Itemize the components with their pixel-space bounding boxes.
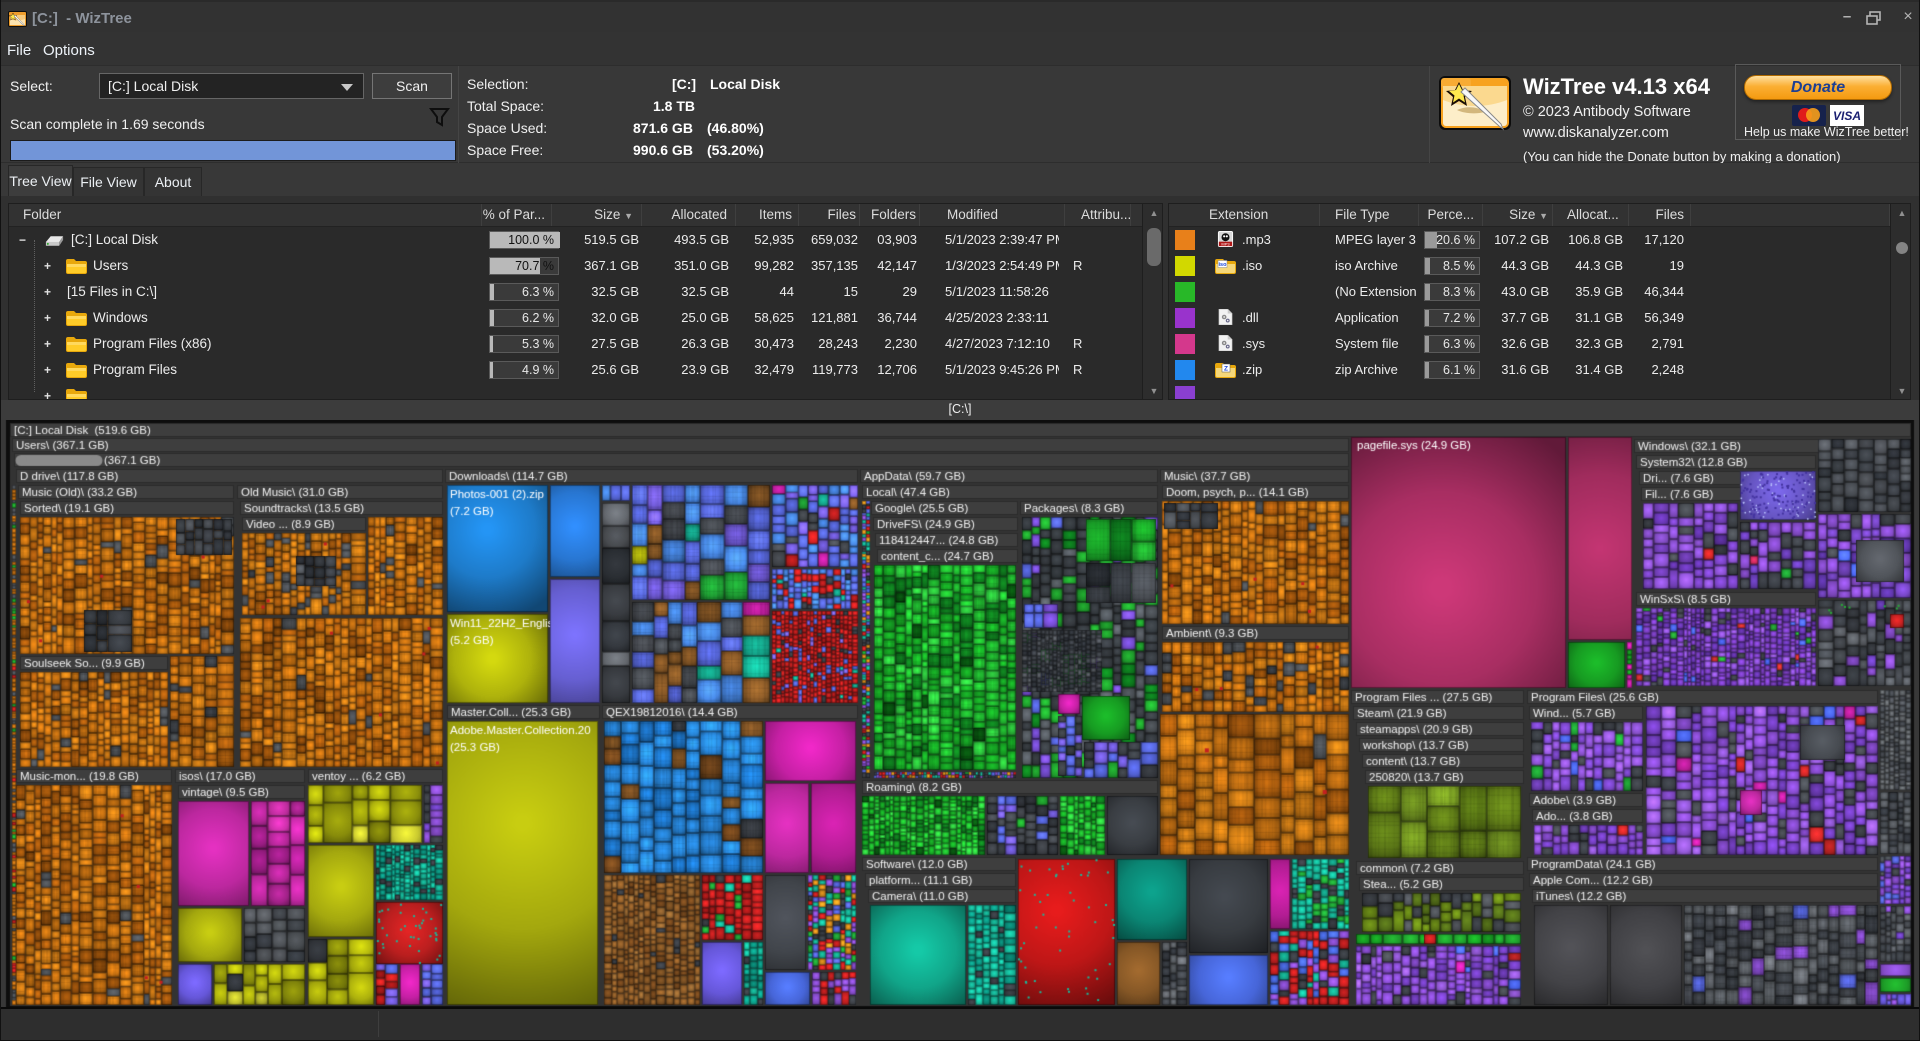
svg-text:iso: iso: [1219, 262, 1228, 268]
svg-text:Z: Z: [1224, 366, 1228, 373]
svg-text:MP3: MP3: [1221, 242, 1230, 247]
svg-text:VISA: VISA: [1833, 109, 1861, 123]
